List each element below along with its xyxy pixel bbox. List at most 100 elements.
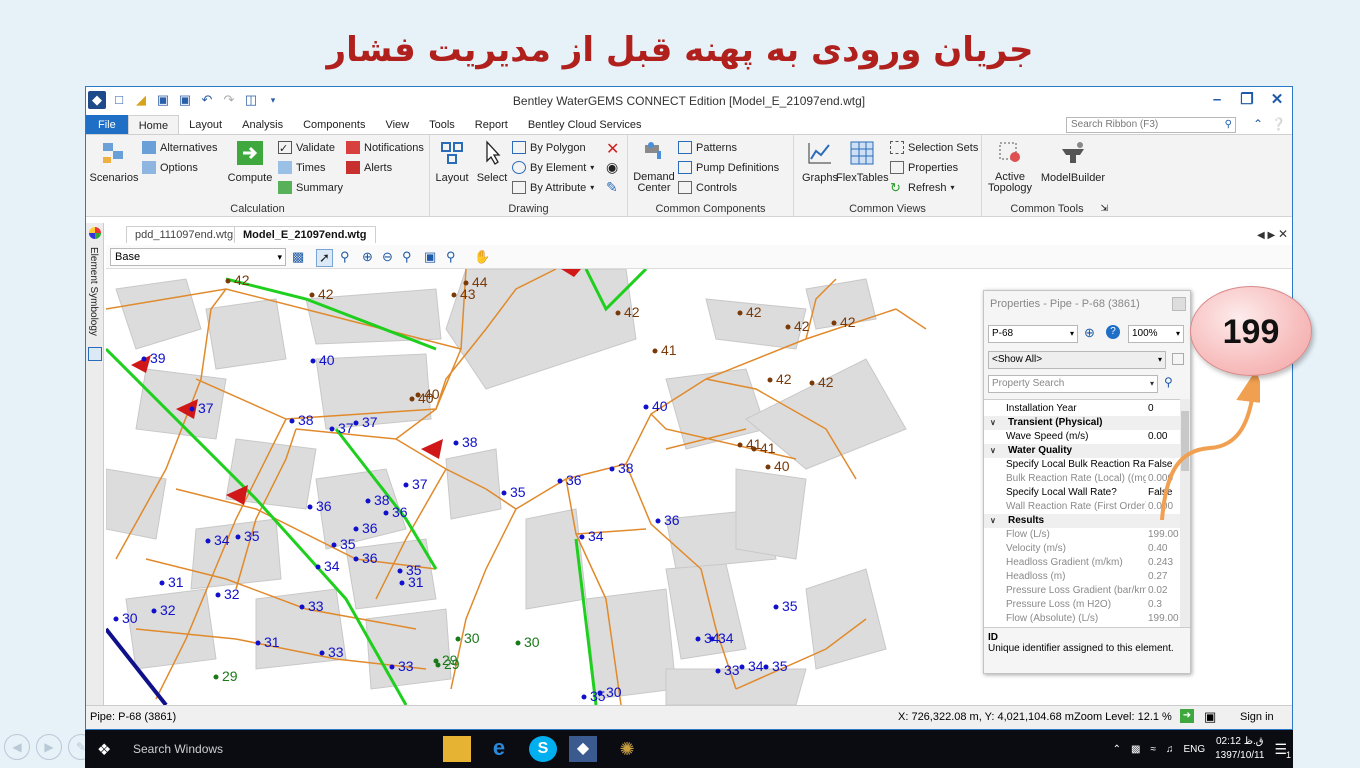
- junction-node[interactable]: [767, 377, 773, 383]
- flextables-button[interactable]: FlexTables: [836, 139, 889, 184]
- tab-analysis[interactable]: Analysis: [232, 115, 293, 134]
- next-slide-icon[interactable]: ▶: [36, 734, 62, 760]
- zoom-extents-icon[interactable]: ▣: [424, 249, 436, 265]
- tab-home[interactable]: Home: [127, 115, 180, 134]
- junction-node[interactable]: [785, 324, 791, 330]
- junction-node[interactable]: [309, 292, 315, 298]
- junction-node[interactable]: [315, 564, 321, 570]
- compute-status-icon[interactable]: ➜: [1180, 709, 1194, 723]
- property-search-input[interactable]: Property Search ▾: [988, 375, 1158, 393]
- scroll-right-icon[interactable]: ▶: [1267, 230, 1275, 241]
- junction-node[interactable]: [113, 616, 119, 622]
- junction-node[interactable]: [409, 396, 415, 402]
- sign-in-link[interactable]: Sign in: [1240, 711, 1274, 723]
- collapse-category-icon[interactable]: ∨: [990, 514, 996, 528]
- notifications-button[interactable]: Notifications: [346, 141, 424, 154]
- delete-icon[interactable]: ✕: [606, 139, 619, 159]
- help-icon[interactable]: ❔: [1271, 117, 1286, 131]
- paint-icon[interactable]: ✺: [613, 736, 641, 762]
- skype-icon[interactable]: S: [529, 736, 557, 762]
- junction-node[interactable]: [501, 490, 507, 496]
- background-layers-icon[interactable]: [88, 347, 102, 361]
- alerts-button[interactable]: Alerts: [346, 161, 392, 174]
- junction-node[interactable]: [579, 534, 585, 540]
- junction-node[interactable]: [597, 690, 603, 696]
- junction-node[interactable]: [151, 608, 157, 614]
- validate-button[interactable]: ✓ Validate: [278, 141, 335, 155]
- collapse-category-icon[interactable]: ∨: [990, 416, 996, 430]
- property-row[interactable]: Pressure Loss (m H2O) 0.3: [984, 598, 1180, 612]
- property-row[interactable]: Headloss Gradient (m/km) 0.243: [984, 556, 1180, 570]
- property-row[interactable]: Velocity (m/s) 0.40: [984, 542, 1180, 556]
- junction-node[interactable]: [353, 556, 359, 562]
- layers-icon[interactable]: ▩: [292, 249, 304, 265]
- scroll-left-icon[interactable]: ◀: [1257, 230, 1265, 241]
- junction-node[interactable]: [389, 664, 395, 670]
- junction-node[interactable]: [353, 526, 359, 532]
- junction-node[interactable]: [383, 510, 389, 516]
- junction-node[interactable]: [403, 482, 409, 488]
- junction-node[interactable]: [189, 406, 195, 412]
- junction-node[interactable]: [709, 636, 715, 642]
- volume-icon[interactable]: ♫: [1166, 744, 1174, 755]
- junction-node[interactable]: [365, 498, 371, 504]
- junction-node[interactable]: [831, 320, 837, 326]
- junction-node[interactable]: [737, 310, 743, 316]
- doc-tab-model-e[interactable]: Model_E_21097end.wtg: [234, 226, 376, 243]
- tab-view[interactable]: View: [375, 115, 419, 134]
- times-button[interactable]: Times: [278, 161, 326, 174]
- edit-icon[interactable]: [1172, 353, 1184, 365]
- pump-definitions-button[interactable]: Pump Definitions: [678, 161, 779, 174]
- zoom-out-icon[interactable]: ⊖: [382, 249, 393, 265]
- junction-node[interactable]: [652, 348, 658, 354]
- property-row[interactable]: Flow (L/s) 199.00: [984, 528, 1180, 542]
- file-explorer-icon[interactable]: [443, 736, 471, 762]
- tab-layout[interactable]: Layout: [179, 115, 232, 134]
- junction-node[interactable]: [765, 464, 771, 470]
- junction-node[interactable]: [557, 478, 563, 484]
- doc-tab-pdd[interactable]: pdd_111097end.wtg: [126, 226, 243, 243]
- junction-node[interactable]: [307, 504, 313, 510]
- junction-node[interactable]: [353, 420, 359, 426]
- compute-button[interactable]: Compute: [224, 139, 276, 184]
- controls-button[interactable]: Controls: [678, 181, 737, 194]
- close-icon[interactable]: ✕: [1266, 90, 1288, 110]
- junction-node[interactable]: [655, 518, 661, 524]
- junction-node[interactable]: [751, 446, 757, 452]
- restore-icon[interactable]: ❐: [1236, 90, 1258, 110]
- element-symbology-tab[interactable]: Element Symbology: [88, 247, 99, 336]
- edit-pencil-icon[interactable]: ✎: [606, 179, 618, 196]
- tray-chevron-up-icon[interactable]: ⌃: [1113, 744, 1121, 755]
- tab-bentley-cloud-services[interactable]: Bentley Cloud Services: [518, 115, 652, 134]
- select-by-polygon-button[interactable]: By Polygon: [512, 141, 586, 154]
- junction-node[interactable]: [715, 668, 721, 674]
- junction-node[interactable]: [299, 604, 305, 610]
- save-status-icon[interactable]: ▣: [1204, 709, 1216, 725]
- junction-node[interactable]: [763, 664, 769, 670]
- junction-node[interactable]: [159, 580, 165, 586]
- junction-node[interactable]: [399, 580, 405, 586]
- demand-center-button[interactable]: Demand Center: [628, 139, 680, 194]
- property-filter-select[interactable]: <Show All> ▾: [988, 351, 1166, 369]
- taskbar-search[interactable]: Search Windows: [133, 742, 223, 756]
- junction-node[interactable]: [515, 640, 521, 646]
- collapse-category-icon[interactable]: ∨: [990, 444, 996, 458]
- junction-node[interactable]: [451, 292, 457, 298]
- pan-hand-icon[interactable]: ✋: [474, 249, 490, 265]
- help-icon[interactable]: ?: [1106, 325, 1120, 339]
- find-binoculars-icon[interactable]: ◉: [606, 159, 618, 176]
- junction-node[interactable]: [255, 640, 261, 646]
- watergems-taskbar-icon[interactable]: ◆: [569, 736, 597, 762]
- options-button[interactable]: Options: [142, 161, 198, 174]
- junction-node[interactable]: [737, 442, 743, 448]
- property-row[interactable]: Flow (Absolute) (L/s) 199.00: [984, 612, 1180, 626]
- junction-node[interactable]: [225, 278, 231, 284]
- junction-node[interactable]: [453, 440, 459, 446]
- active-topology-button[interactable]: Active Topology: [984, 139, 1036, 194]
- junction-node[interactable]: [695, 636, 701, 642]
- dialog-launcher-icon[interactable]: ⇲: [1100, 203, 1108, 214]
- properties-close-icon[interactable]: [1172, 297, 1186, 311]
- collapse-ribbon-icon[interactable]: ⌃: [1253, 117, 1263, 131]
- junction-node[interactable]: [455, 636, 461, 642]
- select-button[interactable]: Select: [466, 139, 518, 184]
